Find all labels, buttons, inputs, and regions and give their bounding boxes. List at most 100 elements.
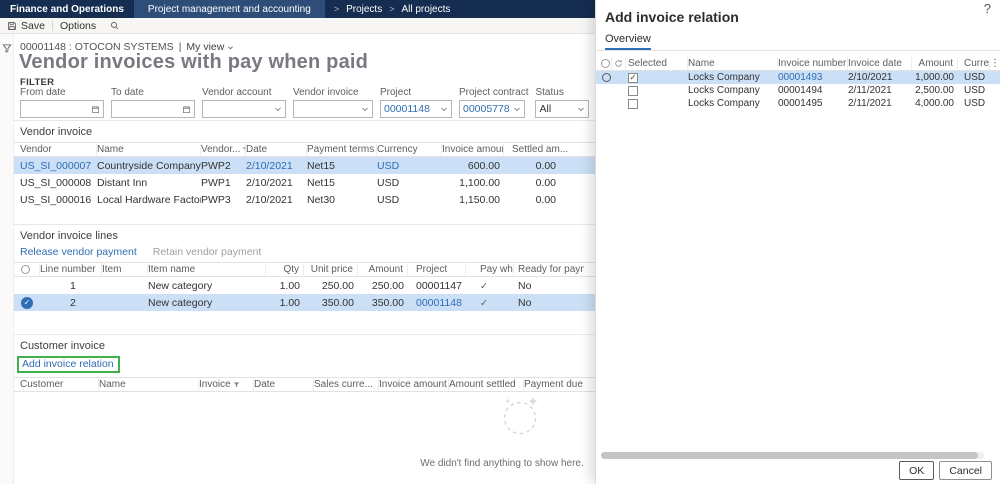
section-title: Customer invoice (20, 340, 105, 352)
dialog-grid-row[interactable]: Locks Company 00001494 2/11/2021 2,500.0… (596, 84, 1000, 97)
col-header-invoice-label: Invoice (199, 378, 231, 390)
col-header-invoice-date[interactable]: Invoice date (848, 57, 912, 70)
filter-field-from-date: From date (20, 87, 104, 118)
col-header-date[interactable]: Date (246, 143, 307, 156)
col-header-selected-label: Selected (628, 58, 667, 69)
status-input[interactable]: All (535, 100, 590, 118)
project-input[interactable]: 00001148 (380, 100, 452, 118)
options-label: Options (59, 19, 97, 32)
pay-when-paid-check-icon (466, 280, 514, 292)
cell-date: 2/10/2021 (246, 193, 293, 206)
filter-field-vendor-account: Vendor account (202, 87, 286, 118)
col-header-date[interactable]: Date (254, 378, 314, 391)
vendor-account-input[interactable] (202, 100, 286, 118)
app-brand[interactable]: Finance and Operations (0, 0, 134, 18)
cell-date-link[interactable]: 2/10/2021 (246, 160, 307, 172)
col-header-amount[interactable]: Amount (912, 57, 958, 70)
to-date-input[interactable] (111, 100, 195, 118)
chevron-down-icon[interactable] (440, 105, 448, 113)
col-header-unit-price[interactable]: Unit price (304, 263, 358, 276)
col-header-name[interactable]: Name (97, 143, 201, 156)
select-all-circle-icon[interactable] (14, 263, 40, 276)
col-header-vendor[interactable]: Vendor (14, 143, 97, 156)
chevron-down-icon[interactable] (361, 105, 369, 113)
col-header-name[interactable]: Name (99, 378, 199, 391)
col-header-amount[interactable]: Amount (358, 263, 408, 276)
col-header-currency[interactable]: Currency (377, 143, 442, 156)
chevron-down-icon[interactable] (274, 105, 282, 113)
col-header-line-number[interactable]: Line number (40, 263, 102, 276)
col-header-pay-when[interactable]: Pay when ... (466, 263, 514, 276)
col-header-invoice[interactable]: Invoice (199, 378, 254, 391)
cell-invoice-number-link[interactable]: 00001493 (778, 72, 848, 83)
cancel-button[interactable]: Cancel (939, 461, 992, 480)
selected-checkbox[interactable] (626, 72, 688, 83)
col-header-currency[interactable]: Currency (958, 57, 990, 70)
col-header-item[interactable]: Item (102, 263, 148, 276)
col-header-payment-terms[interactable]: Payment terms (307, 143, 377, 156)
row-selected-check-icon[interactable] (14, 296, 40, 309)
add-invoice-relation-button[interactable]: Add invoice relation (22, 358, 114, 370)
cell-currency-link[interactable]: USD (377, 160, 442, 172)
save-button[interactable]: Save (0, 18, 52, 33)
vendor-invoice-row[interactable]: US_SI_000016 Local Hardware Factory PWP3… (14, 191, 595, 208)
vendor-invoice-line-row[interactable]: 2 New category 1.00 350.00 350.00 000011… (14, 294, 595, 311)
breadcrumb-all-projects[interactable]: All projects (401, 4, 450, 15)
col-header-invoice-amount[interactable]: Invoice amount (379, 378, 449, 391)
selected-checkbox[interactable] (626, 85, 688, 96)
vendor-invoice-input[interactable] (293, 100, 373, 118)
col-header-customer[interactable]: Customer (14, 378, 99, 391)
filter-field-status: Status All (535, 87, 590, 118)
project-contract-input[interactable]: 00005778 (459, 100, 525, 118)
col-header-qty[interactable]: Qty (266, 263, 304, 276)
nav-module-menu[interactable]: Project management and accounting (133, 0, 325, 18)
from-date-input[interactable] (20, 100, 104, 118)
breadcrumb-projects[interactable]: Projects (346, 4, 382, 15)
dialog-grid-row[interactable]: Locks Company 00001495 2/11/2021 4,000.0… (596, 97, 1000, 110)
dialog-grid-row[interactable]: Locks Company 00001493 2/10/2021 1,000.0… (596, 71, 1000, 84)
cell-name: Locks Company (688, 85, 760, 96)
col-header-sales-currency[interactable]: Sales curre... (314, 378, 379, 391)
project-value[interactable]: 00001148 (384, 103, 430, 115)
vendor-invoice-line-row[interactable]: 1 New category 1.00 250.00 250.00 000011… (14, 277, 595, 294)
row-selector-radio[interactable] (600, 73, 612, 82)
ok-button[interactable]: OK (899, 461, 935, 480)
col-header-item-name[interactable]: Item name (148, 263, 266, 276)
col-header-settled-amount[interactable]: Settled am... (504, 143, 568, 156)
help-icon[interactable]: ? (984, 1, 991, 16)
col-header-payment-due[interactable]: Payment due (524, 378, 594, 391)
vendor-invoice-grid: Vendor Name Vendor... Date Payment terms… (14, 142, 595, 208)
search-button[interactable] (103, 18, 126, 33)
cell-project-link[interactable]: 00001148 (408, 297, 466, 309)
col-header-ready[interactable]: Ready for payment (514, 263, 584, 276)
filter-pane-toggle[interactable] (1, 43, 12, 484)
more-options-icon[interactable]: ⋮ (990, 57, 1000, 70)
breadcrumb: > Projects > All projects (325, 0, 460, 18)
lines-action-row: Release vendor payment Retain vendor pay… (20, 246, 595, 258)
refresh-icon[interactable] (612, 57, 626, 70)
tab-overview[interactable]: Overview (605, 33, 651, 50)
release-vendor-payment-button[interactable]: Release vendor payment (20, 246, 137, 258)
col-header-invoice-amount[interactable]: Invoice amount (442, 143, 504, 156)
selected-checkbox[interactable] (626, 98, 688, 109)
calendar-icon[interactable] (91, 105, 100, 114)
select-all-circle-icon[interactable] (600, 57, 612, 70)
col-header-project[interactable]: Project (408, 263, 466, 276)
chevron-down-icon[interactable] (577, 105, 585, 113)
options-button[interactable]: Options (53, 18, 103, 33)
calendar-icon[interactable] (182, 105, 191, 114)
cell-amount: 2,500.00 (915, 85, 954, 96)
chevron-down-icon[interactable] (513, 105, 521, 113)
col-header-amount-settled[interactable]: Amount settled (449, 378, 524, 391)
col-header-vendor-hold[interactable]: Vendor... (201, 143, 246, 156)
col-header-invoice-number[interactable]: Invoice number (778, 57, 848, 70)
cell-vendor-link[interactable]: US_SI_000007 (14, 160, 97, 172)
col-header-selected[interactable]: Selected (626, 57, 688, 70)
col-header-name[interactable]: Name (688, 57, 778, 70)
status-label: Status (535, 87, 564, 98)
vendor-invoice-row[interactable]: US_SI_000007 Countryside Company PWP2 2/… (14, 157, 595, 174)
project-contract-value[interactable]: 00005778 (463, 103, 510, 115)
horizontal-scrollbar[interactable] (601, 452, 984, 459)
vendor-invoice-row[interactable]: US_SI_000008 Distant Inn PWP1 2/10/2021 … (14, 174, 595, 191)
scrollbar-thumb[interactable] (601, 452, 978, 459)
